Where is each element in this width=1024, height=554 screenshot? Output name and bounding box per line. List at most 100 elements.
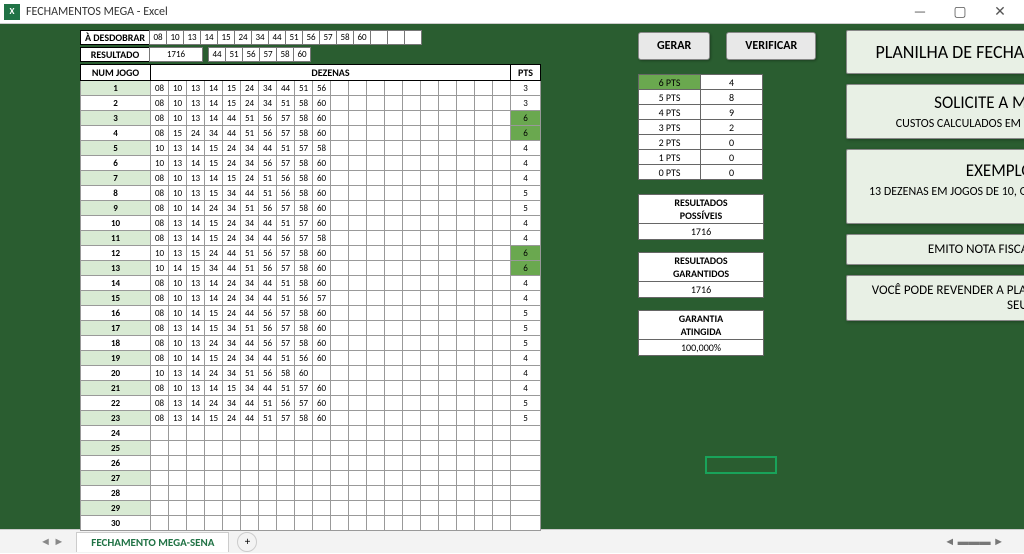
dezena-cell[interactable] bbox=[331, 336, 349, 351]
dezena-cell[interactable] bbox=[385, 216, 403, 231]
dezena-cell[interactable]: 14 bbox=[205, 81, 223, 96]
dezena-cell[interactable]: 10 bbox=[169, 81, 187, 96]
dezena-cell[interactable] bbox=[475, 381, 493, 396]
dezena-cell[interactable] bbox=[295, 441, 313, 456]
dezena-cell[interactable] bbox=[331, 126, 349, 141]
dezena-cell[interactable] bbox=[475, 81, 493, 96]
dezena-cell[interactable] bbox=[457, 96, 475, 111]
dezena-cell[interactable]: 44 bbox=[241, 396, 259, 411]
dezena-cell[interactable] bbox=[403, 411, 421, 426]
dezena-cell[interactable] bbox=[403, 201, 421, 216]
dezena-cell[interactable] bbox=[439, 111, 457, 126]
dezena-cell[interactable]: 34 bbox=[241, 291, 259, 306]
desdobrar-cell[interactable]: 24 bbox=[234, 30, 252, 45]
desdobrar-cell[interactable]: 13 bbox=[183, 30, 201, 45]
desdobrar-cell[interactable]: 58 bbox=[336, 30, 354, 45]
dezena-cell[interactable]: 34 bbox=[223, 366, 241, 381]
dezena-cell[interactable]: 58 bbox=[295, 306, 313, 321]
dezena-cell[interactable]: 60 bbox=[313, 351, 331, 366]
dezena-cell[interactable]: 58 bbox=[295, 201, 313, 216]
dezena-cell[interactable]: 24 bbox=[241, 96, 259, 111]
dezena-cell[interactable]: 56 bbox=[277, 231, 295, 246]
dezena-cell[interactable]: 60 bbox=[313, 321, 331, 336]
desdobrar-cell[interactable]: 34 bbox=[251, 30, 269, 45]
dezena-cell[interactable]: 10 bbox=[169, 201, 187, 216]
dezena-cell[interactable]: 56 bbox=[259, 246, 277, 261]
dezena-cell[interactable] bbox=[277, 486, 295, 501]
dezena-cell[interactable] bbox=[151, 486, 169, 501]
dezena-cell[interactable] bbox=[421, 366, 439, 381]
dezena-cell[interactable] bbox=[241, 486, 259, 501]
dezena-cell[interactable] bbox=[205, 426, 223, 441]
dezena-cell[interactable] bbox=[367, 351, 385, 366]
dezena-cell[interactable]: 15 bbox=[205, 321, 223, 336]
dezena-cell[interactable]: 15 bbox=[187, 261, 205, 276]
dezena-cell[interactable] bbox=[403, 81, 421, 96]
dezena-cell[interactable] bbox=[349, 111, 367, 126]
dezena-cell[interactable] bbox=[169, 471, 187, 486]
dezena-cell[interactable] bbox=[421, 276, 439, 291]
add-sheet-button[interactable]: + bbox=[237, 532, 257, 552]
dezena-cell[interactable] bbox=[439, 381, 457, 396]
dezena-cell[interactable]: 10 bbox=[169, 351, 187, 366]
dezena-cell[interactable]: 15 bbox=[223, 96, 241, 111]
dezena-cell[interactable]: 51 bbox=[241, 246, 259, 261]
dezena-cell[interactable]: 60 bbox=[313, 411, 331, 426]
dezena-cell[interactable] bbox=[385, 291, 403, 306]
dezena-cell[interactable] bbox=[493, 111, 511, 126]
hscroll[interactable]: ◄ ▬▬▬ ► bbox=[944, 535, 1024, 548]
dezena-cell[interactable] bbox=[457, 501, 475, 516]
dezena-cell[interactable]: 15 bbox=[205, 156, 223, 171]
desdobrar-cell[interactable] bbox=[404, 30, 422, 45]
dezena-cell[interactable] bbox=[385, 336, 403, 351]
dezena-cell[interactable]: 51 bbox=[259, 186, 277, 201]
dezena-cell[interactable]: 60 bbox=[313, 276, 331, 291]
dezena-cell[interactable]: 60 bbox=[313, 336, 331, 351]
dezena-cell[interactable] bbox=[439, 186, 457, 201]
dezena-cell[interactable]: 10 bbox=[169, 171, 187, 186]
resultado-cell[interactable]: 60 bbox=[293, 47, 311, 62]
dezena-cell[interactable] bbox=[475, 186, 493, 201]
dezena-cell[interactable]: 10 bbox=[151, 366, 169, 381]
dezena-cell[interactable] bbox=[475, 471, 493, 486]
dezena-cell[interactable]: 34 bbox=[241, 276, 259, 291]
dezena-cell[interactable]: 24 bbox=[187, 126, 205, 141]
dezena-cell[interactable]: 44 bbox=[259, 231, 277, 246]
dezena-cell[interactable] bbox=[385, 156, 403, 171]
dezena-cell[interactable] bbox=[367, 471, 385, 486]
dezena-cell[interactable] bbox=[457, 336, 475, 351]
dezena-cell[interactable]: 24 bbox=[241, 171, 259, 186]
dezena-cell[interactable]: 44 bbox=[259, 351, 277, 366]
dezena-cell[interactable] bbox=[493, 156, 511, 171]
dezena-cell[interactable]: 57 bbox=[295, 231, 313, 246]
dezena-cell[interactable] bbox=[439, 81, 457, 96]
dezena-cell[interactable]: 34 bbox=[241, 351, 259, 366]
dezena-cell[interactable] bbox=[403, 306, 421, 321]
resultado-cell[interactable]: 58 bbox=[276, 47, 294, 62]
dezena-cell[interactable] bbox=[421, 291, 439, 306]
dezena-cell[interactable] bbox=[475, 306, 493, 321]
dezena-cell[interactable] bbox=[403, 111, 421, 126]
dezena-cell[interactable] bbox=[385, 456, 403, 471]
dezena-cell[interactable]: 58 bbox=[277, 366, 295, 381]
dezena-cell[interactable] bbox=[457, 231, 475, 246]
dezena-cell[interactable]: 10 bbox=[151, 246, 169, 261]
dezena-cell[interactable] bbox=[331, 231, 349, 246]
dezena-cell[interactable]: 58 bbox=[295, 96, 313, 111]
dezena-cell[interactable] bbox=[205, 456, 223, 471]
dezena-cell[interactable] bbox=[385, 396, 403, 411]
dezena-cell[interactable]: 15 bbox=[205, 141, 223, 156]
dezena-cell[interactable] bbox=[385, 486, 403, 501]
dezena-cell[interactable] bbox=[385, 426, 403, 441]
dezena-cell[interactable] bbox=[439, 411, 457, 426]
dezena-cell[interactable]: 58 bbox=[295, 411, 313, 426]
dezena-cell[interactable]: 56 bbox=[259, 126, 277, 141]
dezena-cell[interactable] bbox=[367, 426, 385, 441]
dezena-cell[interactable]: 08 bbox=[151, 336, 169, 351]
dezena-cell[interactable] bbox=[349, 81, 367, 96]
dezena-cell[interactable] bbox=[385, 81, 403, 96]
dezena-cell[interactable] bbox=[367, 486, 385, 501]
dezena-cell[interactable] bbox=[259, 501, 277, 516]
dezena-cell[interactable] bbox=[439, 171, 457, 186]
dezena-cell[interactable]: 10 bbox=[169, 336, 187, 351]
